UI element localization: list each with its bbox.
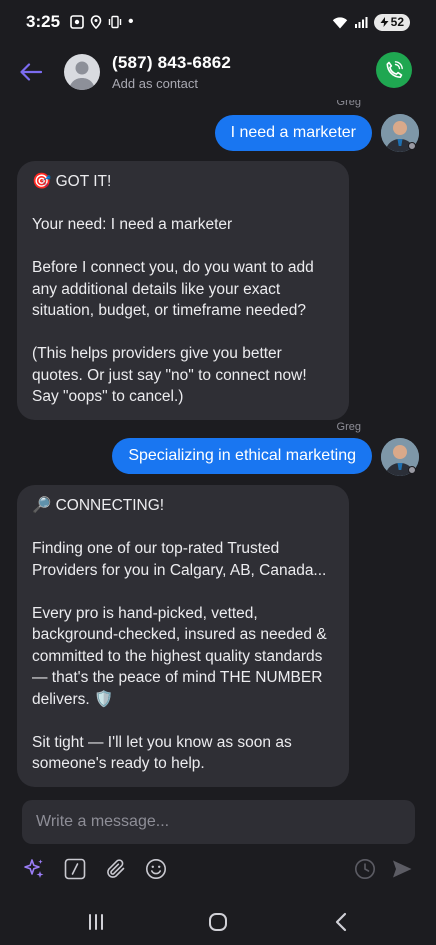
vibrate-icon: [108, 15, 122, 29]
arrow-left-icon: [20, 63, 42, 81]
status-notification-icons: •: [70, 13, 134, 30]
add-as-contact-link[interactable]: Add as contact: [112, 76, 231, 91]
incoming-message[interactable]: 🎯 GOT IT! Your need: I need a marketer B…: [17, 161, 349, 420]
message-list[interactable]: Greg I need a marketer 🎯 GOT IT! Your ne…: [0, 100, 436, 794]
battery-indicator: 52: [373, 13, 410, 31]
contact-name: (587) 843-6862: [112, 53, 232, 72]
command-button[interactable]: [63, 857, 87, 881]
emoji-icon: [146, 859, 166, 879]
status-bar: 3:25 • 52: [0, 0, 436, 44]
attach-button[interactable]: [104, 857, 128, 881]
message-paragraph: 🔎 CONNECTING!: [32, 497, 165, 514]
outgoing-message[interactable]: I need a marketer: [214, 115, 372, 151]
message-paragraph: Your need: I need a marketer: [32, 216, 233, 233]
call-button[interactable]: [376, 52, 412, 88]
presence-indicator: [408, 142, 416, 150]
home-button[interactable]: [206, 910, 230, 934]
incoming-message[interactable]: 🔎 CONNECTING! Finding one of our top-rat…: [17, 485, 349, 787]
send-icon: [393, 860, 412, 878]
conversation-header: (587) 843-6862 Add as contact: [0, 44, 436, 100]
clock-icon: [355, 859, 375, 879]
battery-saver-icon: [380, 17, 389, 27]
wifi-icon: [332, 16, 347, 28]
message-paragraph: (This helps providers give you better qu…: [32, 345, 307, 405]
recent-apps-icon: [89, 914, 103, 930]
battery-level: 52: [390, 15, 404, 29]
contact-info[interactable]: (587) 843-6862 Add as contact: [112, 53, 231, 91]
message-paragraph: Finding one of our top-rated Trusted Pro…: [32, 540, 327, 579]
slash-command-icon: [64, 858, 86, 880]
send-button[interactable]: [390, 857, 414, 881]
person-icon: [69, 61, 95, 90]
message-paragraph: 🎯 GOT IT!: [32, 173, 112, 190]
presence-indicator: [408, 466, 416, 474]
message-input[interactable]: [36, 813, 415, 831]
schedule-button[interactable]: [353, 857, 377, 881]
signal-icon: [354, 16, 368, 28]
back-nav-button[interactable]: [329, 910, 353, 934]
outgoing-message[interactable]: Specializing in ethical marketing: [112, 438, 372, 474]
screenshot-icon: [70, 15, 84, 29]
home-icon: [209, 913, 227, 931]
phone-icon: [386, 61, 403, 78]
message-paragraph: Every pro is hand-picked, vetted, backgr…: [32, 604, 327, 708]
status-time: 3:25: [26, 12, 61, 31]
contact-avatar[interactable]: [64, 54, 100, 90]
message-paragraph: Before I connect you, do you want to add…: [32, 259, 314, 319]
chevron-left-icon: [335, 912, 347, 932]
system-navigation-bar: [0, 900, 436, 945]
more-notifications-dot: •: [128, 13, 134, 30]
ai-assist-button[interactable]: [22, 857, 46, 881]
sparkle-icon: [24, 859, 44, 878]
emoji-button[interactable]: [144, 857, 168, 881]
recent-apps-button[interactable]: [84, 910, 108, 934]
message-paragraph: Sit tight — I'll let you know as soon as…: [32, 733, 292, 773]
sender-name: Greg: [336, 421, 361, 433]
message-composer[interactable]: [22, 800, 415, 844]
sender-name: Greg: [336, 100, 361, 108]
paperclip-icon: [107, 859, 125, 878]
location-icon: [90, 15, 102, 29]
composer-toolbar: [0, 855, 436, 885]
status-system-icons: 52: [332, 13, 410, 31]
back-button[interactable]: [19, 60, 43, 84]
